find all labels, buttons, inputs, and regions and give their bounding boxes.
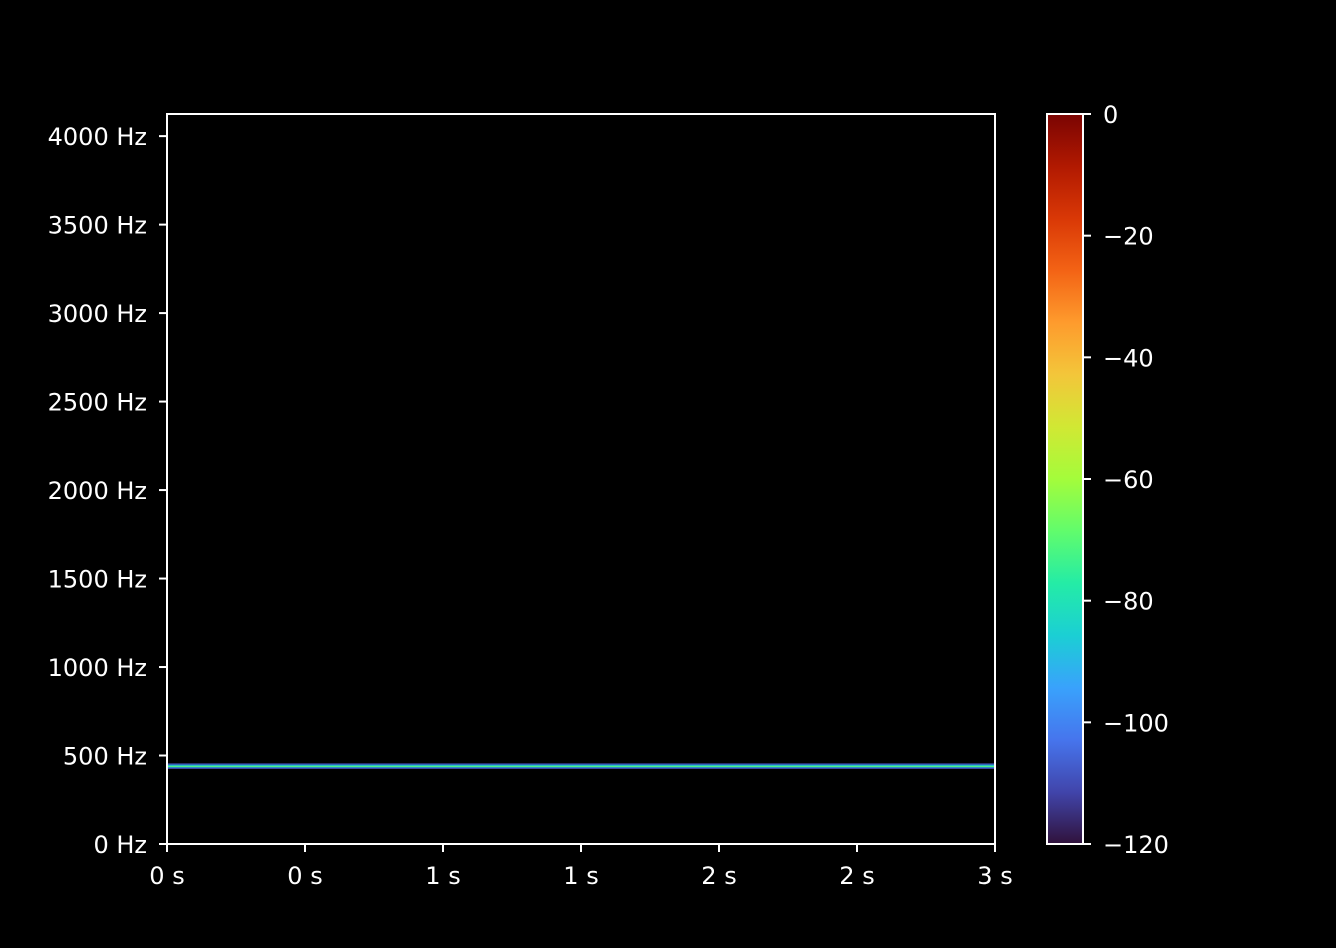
colorbar-tick-label: −120	[1103, 831, 1169, 859]
x-tick-label: 0 s	[149, 862, 184, 890]
x-tick-label: 2 s	[701, 862, 736, 890]
y-tick-label: 3500 Hz	[48, 212, 147, 240]
plot-area	[167, 114, 995, 844]
x-tick-label: 2 s	[839, 862, 874, 890]
y-tick-label: 2000 Hz	[48, 477, 147, 505]
colorbar-tick-label: −40	[1103, 344, 1154, 372]
colorbar-tick-label: 0	[1103, 101, 1118, 129]
band-row-0-6	[167, 763, 995, 765]
band-row-0-5	[167, 764, 995, 766]
y-tick-label: 4000 Hz	[48, 123, 147, 151]
colorbar-tick-label: −100	[1103, 709, 1169, 737]
x-tick-label: 1 s	[425, 862, 460, 890]
plot-background	[167, 114, 995, 844]
y-tick-label: 0 Hz	[93, 831, 147, 859]
spectrogram-figure: 0 s 0 s 1 s 1 s 2 s 2 s 3 s 0 Hz 500 Hz 1000 Hz 1…	[0, 0, 1336, 948]
y-tick-label: 2500 Hz	[48, 389, 147, 417]
colorbar-tick-label: −20	[1103, 223, 1154, 251]
x-tick-label: 0 s	[287, 862, 322, 890]
colorbar-tick-label: −60	[1103, 466, 1154, 494]
y-tick-label: 1000 Hz	[48, 654, 147, 682]
spectral-band	[167, 763, 995, 769]
y-tick-label: 1500 Hz	[48, 566, 147, 594]
x-tick-label: 3 s	[977, 862, 1012, 890]
y-tick-label: 500 Hz	[63, 743, 147, 771]
colorbar	[1047, 114, 1083, 844]
colorbar-tick-label: −80	[1103, 588, 1154, 616]
band-row-0-0	[167, 767, 995, 769]
x-tick-label: 1 s	[563, 862, 598, 890]
y-tick-label: 3000 Hz	[48, 300, 147, 328]
